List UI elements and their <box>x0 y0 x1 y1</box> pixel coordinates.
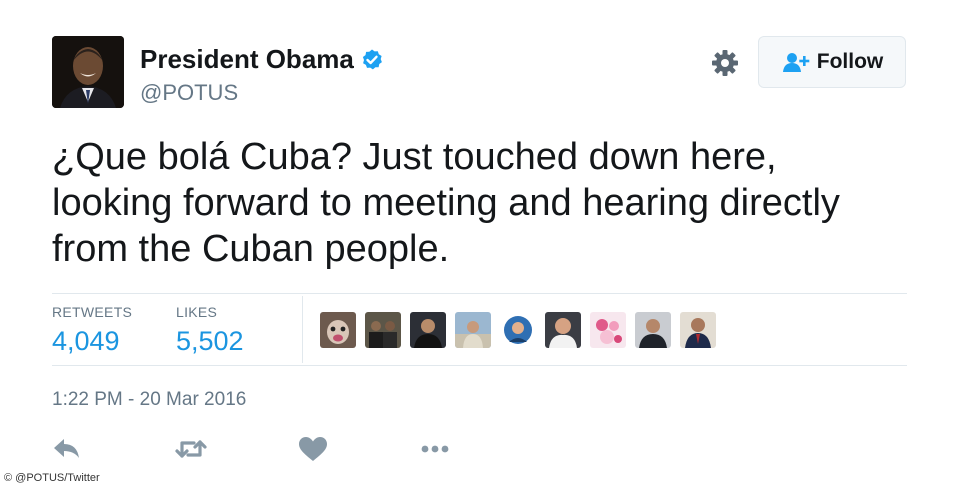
stats-separator <box>302 296 303 363</box>
liker-avatar[interactable] <box>635 312 671 348</box>
retweet-icon[interactable] <box>174 434 208 464</box>
follow-button-label: Follow <box>816 50 884 73</box>
likers-avatars <box>320 312 725 348</box>
author-name[interactable]: President Obama <box>140 44 354 75</box>
divider <box>52 293 907 294</box>
liker-avatar[interactable] <box>320 312 356 348</box>
reply-icon[interactable] <box>50 434 84 464</box>
retweets-count: 4,049 <box>52 326 120 356</box>
add-user-icon <box>782 53 810 72</box>
retweets-stat[interactable]: RETWEETS 4,049 <box>52 304 132 357</box>
author-handle[interactable]: @POTUS <box>140 80 238 106</box>
verified-badge-icon <box>362 49 382 69</box>
author-name-row[interactable]: President Obama <box>140 44 384 75</box>
tweet-text: ¿Que bolá Cuba? Just touched down here, … <box>52 136 840 270</box>
photo-credit: © @POTUS/Twitter <box>0 469 104 487</box>
liker-avatar[interactable] <box>500 312 536 348</box>
more-icon[interactable] <box>418 434 452 464</box>
profile-photo <box>52 36 124 108</box>
liker-avatar[interactable] <box>365 312 401 348</box>
gear-icon[interactable] <box>710 48 740 78</box>
divider <box>52 365 907 366</box>
likes-label: LIKES <box>176 304 218 320</box>
liker-avatar[interactable] <box>680 312 716 348</box>
avatar[interactable] <box>52 36 124 108</box>
likes-stat[interactable]: LIKES 5,502 <box>176 304 244 357</box>
follow-button[interactable]: Follow <box>758 36 906 88</box>
retweets-label: RETWEETS <box>52 304 133 320</box>
likes-count: 5,502 <box>176 326 244 356</box>
liker-avatar[interactable] <box>545 312 581 348</box>
heart-icon[interactable] <box>296 434 330 464</box>
liker-avatar[interactable] <box>410 312 446 348</box>
tweet-timestamp[interactable]: 1:22 PM - 20 Mar 2016 <box>52 389 246 411</box>
liker-avatar[interactable] <box>455 312 491 348</box>
liker-avatar[interactable] <box>590 312 626 348</box>
